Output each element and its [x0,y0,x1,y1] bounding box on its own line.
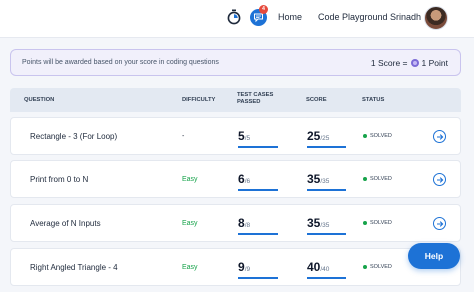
avatar[interactable] [424,6,448,30]
score-value: 35/35 [307,170,363,188]
arrow-right-icon[interactable] [433,173,446,186]
score-max: /40 [320,266,330,273]
score-max: /25 [320,135,330,142]
score-earned: 40 [307,260,321,274]
status-dot-icon [363,177,367,181]
score-conversion: 1 Score = 1 Point [371,58,448,68]
score-progress-bar [307,233,346,235]
question-title[interactable]: Print from 0 to N [30,175,88,184]
difficulty-label: Easy [182,264,198,271]
table-row[interactable]: Right Angled Triangle - 4 Easy 9/9 40/40… [10,248,461,286]
test-cases-count: 9 [238,260,245,274]
test-cases-total: /5 [244,135,251,142]
score-value: 35/35 [307,214,363,232]
notice-text: Points will be awarded based on your sco… [22,59,219,66]
column-header-status: STATUS [362,97,385,103]
score-progress-bar [307,277,346,279]
test-cases-total: /9 [244,266,251,273]
column-header-test-cases: TEST CASES PASSED [237,92,274,105]
test-cases-total: /6 [244,178,251,185]
score-progress-bar [307,146,346,148]
test-cases-progress-bar [238,277,278,279]
difficulty-label: Easy [182,220,198,227]
status-dot-icon [363,265,367,269]
score-earned: 35 [307,216,321,230]
score-conversion-label: 1 Score = [370,58,408,68]
status-text: SOLVED [370,133,392,139]
point-label: 1 Point [421,58,448,68]
timer-icon[interactable] [226,9,242,25]
column-header-question: QUESTION [24,97,55,103]
status-badge: SOLVED [363,176,392,182]
top-navbar: 4 Home Code Playground Srinadh [0,0,474,38]
notification-badge: 4 [259,5,268,14]
score-earned: 25 [307,129,321,143]
question-title[interactable]: Rectangle - 3 (For Loop) [30,132,117,141]
table-row[interactable]: Average of N Inputs Easy 8/8 35/35 SOLVE… [10,204,461,242]
nav-link-home[interactable]: Home [278,12,302,22]
score-max: /35 [320,178,330,185]
test-cases-passed: 5/5 [238,127,278,145]
test-cases-passed: 6/6 [238,170,278,188]
score-earned: 35 [307,172,321,186]
table-row[interactable]: Print from 0 to N Easy 6/6 35/35 SOLVED [10,160,461,198]
status-badge: SOLVED [363,220,392,226]
arrow-right-icon[interactable] [433,217,446,230]
score-progress-bar [307,189,346,191]
test-cases-count: 5 [238,129,245,143]
status-text: SOLVED [370,176,392,182]
difficulty-label: - [182,133,185,140]
test-cases-passed: 8/8 [238,214,278,232]
test-cases-progress-bar [238,146,278,148]
test-cases-count: 6 [238,172,245,186]
points-notice-banner: Points will be awarded based on your sco… [10,49,461,76]
test-cases-count: 8 [238,216,245,230]
test-cases-progress-bar [238,189,278,191]
difficulty-label: Easy [182,176,198,183]
nav-link-code-playground[interactable]: Code Playground [318,12,388,22]
coin-icon [410,59,419,67]
test-cases-passed: 9/9 [238,258,278,276]
status-dot-icon [363,134,367,138]
table-header: QUESTION DIFFICULTY TEST CASES PASSED SC… [10,88,461,112]
table-row[interactable]: Rectangle - 3 (For Loop) - 5/5 25/25 SOL… [10,117,461,155]
user-name[interactable]: Srinadh [390,12,421,22]
question-title[interactable]: Right Angled Triangle - 4 [30,263,118,272]
score-max: /35 [320,222,330,229]
question-title[interactable]: Average of N Inputs [30,219,101,228]
test-cases-progress-bar [238,233,278,235]
test-cases-total: /8 [244,222,251,229]
help-button[interactable]: Help [408,243,460,269]
score-value: 40/40 [307,258,363,276]
status-dot-icon [363,221,367,225]
status-text: SOLVED [370,220,392,226]
arrow-right-icon[interactable] [433,130,446,143]
column-header-score: SCORE [306,97,327,103]
status-badge: SOLVED [363,133,392,139]
status-badge: SOLVED [363,264,392,270]
score-value: 25/25 [307,127,363,145]
column-header-difficulty: DIFFICULTY [182,97,216,103]
status-text: SOLVED [370,264,392,270]
